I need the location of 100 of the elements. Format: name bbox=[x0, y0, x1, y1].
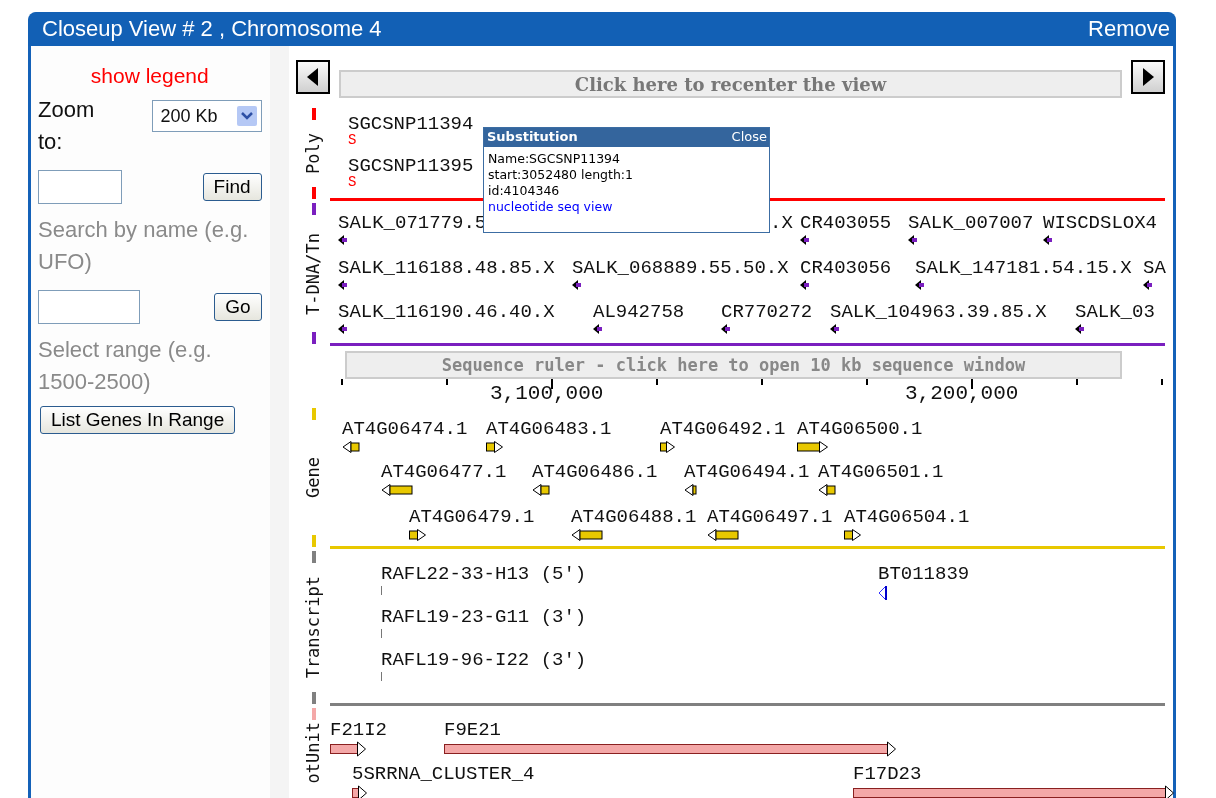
feature-label[interactable]: RAFL19-23-G11 (3') bbox=[381, 607, 587, 627]
track-label: Transcript bbox=[303, 576, 323, 679]
nucleotide-seq-link[interactable]: nucleotide seq view bbox=[488, 199, 613, 215]
insertion-marker-icon[interactable] bbox=[800, 234, 810, 246]
ruler-tick-label: 3,200,000 bbox=[905, 382, 1019, 405]
track-marker bbox=[312, 408, 316, 420]
feature-label[interactable]: SALK_068889.55.50.X bbox=[572, 258, 789, 278]
scroll-left-button[interactable] bbox=[296, 60, 330, 94]
feature-label[interactable]: F21I2 bbox=[330, 720, 387, 740]
gene-arrow-icon[interactable] bbox=[818, 483, 836, 497]
scroll-right-button[interactable] bbox=[1131, 60, 1165, 94]
gene-arrow-icon[interactable] bbox=[797, 440, 829, 454]
feature-label[interactable]: AT4G06501.1 bbox=[818, 462, 944, 482]
insertion-marker-icon[interactable] bbox=[1075, 323, 1085, 335]
feature-label[interactable]: AT4G06486.1 bbox=[532, 462, 658, 482]
track-marker bbox=[312, 332, 316, 344]
clone-bar[interactable] bbox=[330, 741, 367, 757]
show-legend-link[interactable]: show legend bbox=[90, 64, 209, 88]
insertion-marker-icon[interactable] bbox=[338, 323, 348, 335]
feature-label[interactable]: AT4G06488.1 bbox=[571, 507, 697, 527]
ruler-tick-label: 3,100,000 bbox=[490, 382, 604, 405]
feature-label[interactable]: .X bbox=[770, 213, 793, 233]
search-input[interactable] bbox=[38, 170, 122, 204]
feature-label[interactable]: RAFL22-33-H13 (5') bbox=[381, 564, 587, 584]
clone-bar[interactable] bbox=[853, 785, 1175, 798]
feature-label[interactable]: SALK_147181.54.15.X bbox=[915, 258, 1132, 278]
find-button[interactable]: Find bbox=[202, 173, 262, 201]
feature-label[interactable]: BT011839 bbox=[878, 564, 970, 584]
feature-label[interactable]: RAFL19-96-I22 (3') bbox=[381, 650, 587, 670]
feature-label[interactable]: SALK_03 bbox=[1075, 302, 1155, 322]
insertion-marker-icon[interactable] bbox=[1143, 279, 1153, 291]
track-marker bbox=[312, 187, 316, 199]
gene-arrow-icon[interactable] bbox=[571, 528, 603, 542]
range-hint: Select range (e.g. 1500-2500) bbox=[38, 336, 213, 396]
feature-label[interactable]: AT4G06477.1 bbox=[381, 462, 507, 482]
gene-arrow-icon[interactable] bbox=[660, 440, 676, 454]
feature-label[interactable]: CR403056 bbox=[800, 258, 892, 278]
left-triangle-icon bbox=[307, 68, 319, 86]
clone-bar[interactable] bbox=[352, 785, 368, 798]
feature-label[interactable]: AT4G06492.1 bbox=[660, 419, 786, 439]
track-marker bbox=[312, 708, 316, 720]
insertion-marker-icon[interactable] bbox=[572, 279, 582, 291]
insertion-marker-icon[interactable] bbox=[593, 323, 603, 335]
zoom-select[interactable]: 200 Kb bbox=[151, 100, 262, 132]
feature-label[interactable]: AT4G06483.1 bbox=[486, 419, 612, 439]
snp-mark[interactable]: S bbox=[348, 134, 357, 147]
insertion-marker-icon[interactable] bbox=[830, 323, 840, 335]
insertion-marker-icon[interactable] bbox=[338, 234, 348, 246]
track-marker bbox=[312, 203, 316, 215]
gene-arrow-icon[interactable] bbox=[381, 483, 413, 497]
gene-arrow-icon[interactable] bbox=[342, 440, 360, 454]
feature-label[interactable]: F17D23 bbox=[853, 764, 922, 784]
gene-arrow-icon[interactable] bbox=[707, 528, 739, 542]
track-label: otUnit bbox=[303, 721, 323, 784]
feature-label[interactable]: AL942758 bbox=[593, 302, 685, 322]
clone-bar[interactable] bbox=[444, 741, 897, 757]
feature-label[interactable]: SGCSNP11394 bbox=[348, 114, 474, 134]
transcript-arrow-icon[interactable] bbox=[878, 585, 888, 601]
insertion-marker-icon[interactable] bbox=[721, 323, 731, 335]
range-input[interactable] bbox=[38, 290, 140, 324]
track-marker bbox=[312, 108, 316, 120]
feature-label[interactable]: WISCDSLOX4 bbox=[1043, 213, 1158, 233]
insertion-marker-icon[interactable] bbox=[800, 279, 810, 291]
feature-label[interactable]: CR770272 bbox=[721, 302, 813, 322]
recenter-bar[interactable]: Click here to recenter the view bbox=[339, 70, 1122, 98]
gene-arrow-icon[interactable] bbox=[486, 440, 504, 454]
feature-label[interactable]: SGCSNP11395 bbox=[348, 156, 474, 176]
feature-label[interactable]: SALK_116188.48.85.X bbox=[338, 258, 555, 278]
feature-label[interactable]: AT4G06500.1 bbox=[797, 419, 923, 439]
feature-label[interactable]: SALK_116190.46.40.X bbox=[338, 302, 555, 322]
snp-mark[interactable]: S bbox=[348, 176, 357, 189]
insertion-marker-icon[interactable] bbox=[908, 234, 918, 246]
feature-label[interactable]: F9E21 bbox=[444, 720, 501, 740]
feature-label[interactable]: SALK_007007 bbox=[908, 213, 1034, 233]
track-label: Poly bbox=[303, 133, 323, 174]
zoom-label: Zoom to: bbox=[38, 96, 96, 156]
gene-arrow-icon[interactable] bbox=[684, 483, 697, 497]
feature-label[interactable]: 5SRRNA_CLUSTER_4 bbox=[352, 764, 535, 784]
gene-arrow-icon[interactable] bbox=[409, 528, 427, 542]
feature-label[interactable]: SALK_071779.5 bbox=[338, 213, 487, 233]
track-marker bbox=[312, 692, 316, 704]
feature-label[interactable]: SA bbox=[1143, 258, 1166, 278]
go-button[interactable]: Go bbox=[214, 293, 262, 321]
feature-label[interactable]: AT4G06474.1 bbox=[342, 419, 468, 439]
track-marker bbox=[312, 535, 316, 547]
popup-close-link[interactable]: Close bbox=[731, 129, 767, 146]
feature-label[interactable]: CR403055 bbox=[800, 213, 892, 233]
gene-arrow-icon[interactable] bbox=[844, 528, 862, 542]
list-genes-button[interactable]: List Genes In Range bbox=[40, 406, 236, 434]
popup-title: Substitution bbox=[487, 129, 578, 146]
insertion-marker-icon[interactable] bbox=[1043, 234, 1053, 246]
remove-link[interactable]: Remove bbox=[1088, 16, 1170, 42]
feature-label[interactable]: AT4G06504.1 bbox=[844, 507, 970, 527]
gene-arrow-icon[interactable] bbox=[532, 483, 550, 497]
insertion-marker-icon[interactable] bbox=[915, 279, 925, 291]
feature-label[interactable]: AT4G06497.1 bbox=[707, 507, 833, 527]
feature-label[interactable]: AT4G06479.1 bbox=[409, 507, 535, 527]
feature-label[interactable]: SALK_104963.39.85.X bbox=[830, 302, 1047, 322]
feature-label[interactable]: AT4G06494.1 bbox=[684, 462, 810, 482]
insertion-marker-icon[interactable] bbox=[338, 279, 348, 291]
